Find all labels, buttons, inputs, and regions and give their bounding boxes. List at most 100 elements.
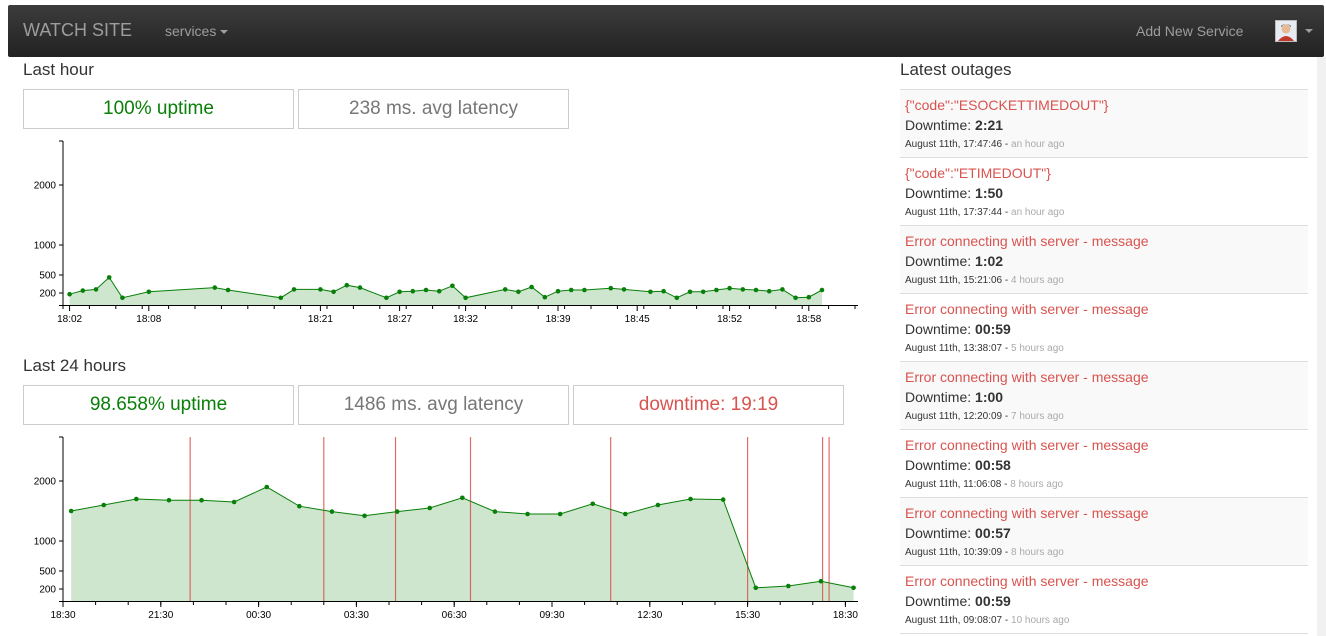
downtime-value: 00:59 (975, 321, 1011, 337)
outage-item: {"code":"ESOCKETTIMEDOUT"} Downtime: 2:21… (900, 90, 1308, 158)
outage-message: Error connecting with server - message (905, 505, 1149, 521)
downtime-label: Downtime: (905, 457, 976, 473)
data-point (231, 499, 237, 505)
outage-item: Error connecting with server - message Do… (900, 498, 1308, 566)
downtime-value: 2:21 (975, 117, 1004, 133)
data-point (688, 496, 693, 502)
page-scrollbar[interactable] (1317, 57, 1326, 636)
outage-relative-time: an hour ago (1011, 139, 1065, 150)
outage-item: Error connecting with server - message Do… (900, 226, 1308, 294)
outage-relative-time: 5 hours ago (1011, 343, 1064, 354)
outage-date: August 11th, 13:38:07 - 5 hours ago (905, 339, 1303, 359)
y-tick-label: 2000 (34, 477, 57, 488)
outage-message: Error connecting with server - message (905, 437, 1149, 453)
data-point (460, 495, 465, 501)
outage-timestamp: August 11th, 13:38:07 - (905, 343, 1012, 354)
outage-item: {"code":"ETIMEDOUT"} Downtime: 1:50 August… (900, 158, 1308, 226)
x-tick-label: 18:30 (50, 610, 75, 621)
y-tick-label: 200 (39, 585, 56, 596)
downtime-value: 00:59 (975, 593, 1011, 609)
x-tick-label: 06:30 (442, 610, 467, 621)
x-tick-label: 00:30 (246, 610, 271, 621)
data-point (199, 497, 204, 503)
data-point (394, 509, 400, 514)
downtime-value: 00:57 (975, 525, 1011, 541)
outage-downtime: Downtime: 00:59 (905, 591, 1303, 611)
outage-item: Error connecting with server - message Do… (900, 566, 1308, 634)
downtime-label: Downtime: (905, 593, 976, 609)
outage-item: Error connecting with server - message Do… (900, 362, 1308, 430)
outage-relative-time: 10 hours ago (1011, 615, 1070, 626)
data-point (753, 585, 759, 591)
downtime-label: Downtime: (905, 389, 976, 405)
outage-date: August 11th, 15:21:06 - 4 hours ago (905, 271, 1303, 291)
downtime-value: 1:50 (975, 185, 1004, 201)
outage-message: Error connecting with server - message (905, 233, 1149, 249)
outage-timestamp: August 11th, 17:47:46 - (905, 139, 1012, 150)
y-tick-label: 1000 (34, 537, 57, 548)
data-point (655, 502, 661, 508)
outage-relative-time: an hour ago (1011, 207, 1065, 218)
x-tick-label: 09:30 (539, 610, 564, 621)
data-point (166, 497, 172, 503)
outage-date: August 11th, 09:08:07 - 10 hours ago (905, 611, 1303, 631)
outage-item: Error connecting with server - message Do… (900, 294, 1308, 362)
outage-date: August 11th, 12:20:09 - 7 hours ago (905, 407, 1303, 427)
outage-date: August 11th, 10:39:09 - 8 hours ago (905, 543, 1303, 563)
downtime-value: 1:00 (975, 389, 1004, 405)
data-point (101, 502, 107, 508)
outage-downtime: Downtime: 00:57 (905, 523, 1303, 543)
x-tick-label: 21:30 (148, 610, 173, 621)
data-point (329, 509, 335, 514)
outage-downtime: Downtime: 1:02 (905, 251, 1303, 271)
outage-timestamp: August 11th, 11:06:08 - (905, 479, 1011, 490)
outage-message: Error connecting with server - message (905, 573, 1149, 589)
outages-list: {"code":"ESOCKETTIMEDOUT"} Downtime: 2:21… (900, 89, 1308, 634)
data-point (851, 585, 856, 591)
outage-date: August 11th, 17:37:44 - an hour ago (905, 203, 1303, 223)
x-tick-label: 03:30 (344, 610, 369, 621)
outage-timestamp: August 11th, 12:20:09 - (905, 411, 1012, 422)
outage-message: Error connecting with server - message (905, 301, 1149, 317)
data-point (623, 511, 628, 517)
outage-relative-time: 4 hours ago (1011, 275, 1064, 286)
latest-outages-title: Latest outages (900, 60, 1012, 79)
data-point (557, 511, 563, 517)
outage-date: August 11th, 11:06:08 - 8 hours ago (905, 475, 1303, 495)
outage-timestamp: August 11th, 17:37:44 - (905, 207, 1012, 218)
data-point (525, 511, 530, 517)
data-point (492, 509, 498, 514)
outage-timestamp: August 11th, 10:39:09 - (905, 547, 1012, 558)
outage-downtime: Downtime: 1:00 (905, 387, 1303, 407)
outage-relative-time: 8 hours ago (1010, 479, 1064, 490)
x-tick-label: 15:30 (735, 610, 760, 621)
outage-message: {"code":"ETIMEDOUT"} (905, 165, 1051, 181)
outage-message: Error connecting with server - message (905, 369, 1149, 385)
x-tick-label: 12:30 (637, 610, 662, 621)
outage-downtime: Downtime: 1:50 (905, 183, 1303, 203)
outage-date: August 11th, 17:47:46 - an hour ago (905, 135, 1303, 155)
data-point (818, 578, 824, 584)
data-point (362, 513, 367, 519)
outage-message: {"code":"ESOCKETTIMEDOUT"} (905, 97, 1109, 113)
avatar-caret-icon[interactable] (1305, 29, 1313, 33)
area-fill (71, 487, 854, 601)
outage-relative-time: 8 hours ago (1011, 547, 1064, 558)
data-point (720, 497, 726, 502)
downtime-value: 00:58 (975, 457, 1011, 473)
data-point (134, 496, 139, 502)
data-point (297, 503, 302, 509)
data-point (68, 508, 74, 514)
downtime-label: Downtime: (905, 525, 976, 541)
downtime-label: Downtime: (905, 253, 976, 269)
outage-relative-time: 7 hours ago (1011, 411, 1064, 422)
user-avatar-icon[interactable] (1275, 20, 1297, 42)
x-tick-label: 18:30 (833, 610, 858, 621)
data-point (264, 484, 270, 490)
last-24-chart: 200 500 1000 2000 18:30 21:30 00:30 03:30 06:30 0… (34, 436, 858, 621)
downtime-label: Downtime: (905, 117, 976, 133)
outage-timestamp: August 11th, 15:21:06 - (905, 275, 1012, 286)
data-point (427, 505, 433, 511)
outage-downtime: Downtime: 00:58 (905, 455, 1303, 475)
add-new-service-link[interactable]: Add New Service (1136, 23, 1243, 39)
